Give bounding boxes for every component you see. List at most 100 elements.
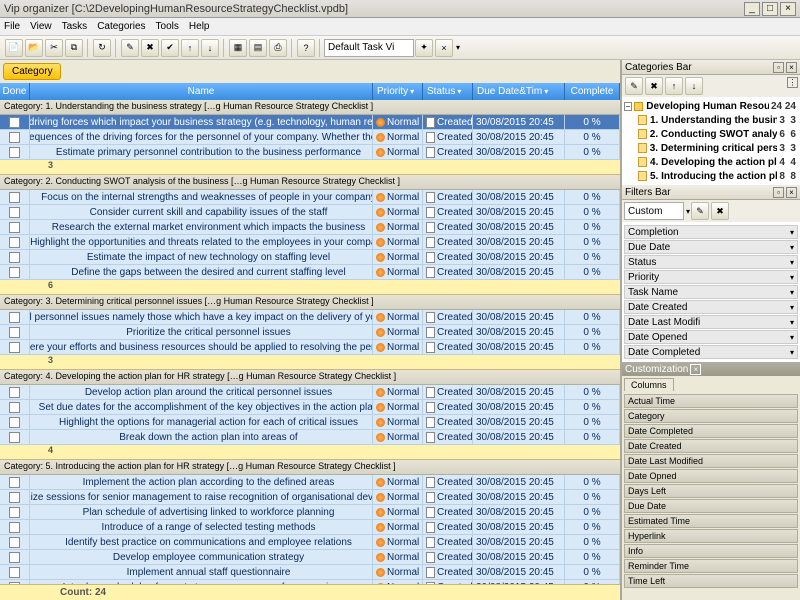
tool-refresh-icon[interactable]: ↻ — [93, 39, 111, 57]
filter-pin-icon[interactable]: ▫ — [773, 187, 784, 198]
task-row[interactable]: Introduce of a range of selected testing… — [0, 520, 620, 535]
task-checkbox[interactable] — [0, 490, 30, 504]
col-datetime[interactable]: Due Date&Tim▾ — [473, 83, 565, 100]
task-checkbox[interactable] — [0, 520, 30, 534]
task-row[interactable]: Implement the action plan according to t… — [0, 475, 620, 490]
task-row[interactable]: Implement annual staff questionnaireNorm… — [0, 565, 620, 580]
task-row[interactable]: Develop employee communication strategyN… — [0, 550, 620, 565]
close-button[interactable]: × — [780, 2, 796, 16]
tool-copy-icon[interactable]: ⧉ — [65, 39, 83, 57]
menu-view[interactable]: View — [30, 21, 52, 32]
cat-tool-2-icon[interactable]: ✖ — [645, 77, 663, 95]
cat-menu-icon[interactable]: ⋮ — [787, 77, 798, 88]
task-row[interactable]: Highlight the options for managerial act… — [0, 415, 620, 430]
task-checkbox[interactable] — [0, 565, 30, 579]
chevron-down-icon[interactable]: ▾ — [790, 258, 794, 267]
task-checkbox[interactable] — [0, 505, 30, 519]
task-row[interactable]: Set due dates for the accomplishment of … — [0, 400, 620, 415]
task-row[interactable]: Highlight the key driving forces which i… — [0, 115, 620, 130]
customization-row[interactable]: Date Last Modified — [624, 454, 798, 468]
panel-close-icon[interactable]: × — [786, 62, 797, 73]
panel-pin-icon[interactable]: ▫ — [773, 62, 784, 73]
tree-item[interactable]: 2. Conducting SWOT analysis o6 6 — [624, 127, 798, 141]
maximize-button[interactable]: □ — [762, 2, 778, 16]
chevron-down-icon[interactable]: ▾ — [790, 243, 794, 252]
task-checkbox[interactable] — [0, 550, 30, 564]
task-row[interactable]: Prioritize the critical personnel issues… — [0, 325, 620, 340]
customization-row[interactable]: Date Completed — [624, 424, 798, 438]
customization-row[interactable]: Days Left — [624, 484, 798, 498]
tool-x-icon[interactable]: × — [435, 39, 453, 57]
tool-cut-icon[interactable]: ✂ — [45, 39, 63, 57]
menu-categories[interactable]: Categories — [97, 21, 145, 32]
task-checkbox[interactable] — [0, 220, 30, 234]
task-row[interactable]: Define consequences of the driving force… — [0, 130, 620, 145]
task-checkbox[interactable] — [0, 535, 30, 549]
chevron-down-icon[interactable]: ▾ — [790, 273, 794, 282]
task-checkbox[interactable] — [0, 115, 30, 129]
tree-item[interactable]: 3. Determining critical personne3 3 — [624, 141, 798, 155]
menu-tools[interactable]: Tools — [156, 21, 179, 32]
minimize-button[interactable]: _ — [744, 2, 760, 16]
tree-item[interactable]: 1. Understanding the business3 3 — [624, 113, 798, 127]
category-row[interactable]: Category: 4. Developing the action plan … — [0, 370, 620, 385]
col-done[interactable]: Done — [0, 83, 30, 100]
task-checkbox[interactable] — [0, 145, 30, 159]
category-row[interactable]: Category: 5. Introducing the action plan… — [0, 460, 620, 475]
task-checkbox[interactable] — [0, 190, 30, 204]
task-checkbox[interactable] — [0, 235, 30, 249]
chevron-down-icon[interactable]: ▾ — [790, 303, 794, 312]
task-checkbox[interactable] — [0, 340, 30, 354]
tool-up-icon[interactable]: ↑ — [181, 39, 199, 57]
col-name[interactable]: Name — [30, 83, 373, 100]
tool-open-icon[interactable]: 📂 — [25, 39, 43, 57]
customization-row[interactable]: Reminder Time — [624, 559, 798, 573]
filter-tool-1-icon[interactable]: ✎ — [691, 202, 709, 220]
task-checkbox[interactable] — [0, 265, 30, 279]
category-row[interactable]: Category: 3. Determining critical person… — [0, 295, 620, 310]
chevron-down-icon[interactable]: ▾ — [790, 288, 794, 297]
chevron-down-icon[interactable]: ▾ — [790, 348, 794, 357]
cat-tool-1-icon[interactable]: ✎ — [625, 77, 643, 95]
filter-tool-2-icon[interactable]: ✖ — [711, 202, 729, 220]
task-row[interactable]: Develop action plan around the critical … — [0, 385, 620, 400]
customization-row[interactable]: Actual Time — [624, 394, 798, 408]
task-row[interactable]: Identify where your efforts and business… — [0, 340, 620, 355]
filter-dd-icon[interactable]: ▾ — [686, 207, 690, 216]
chevron-down-icon[interactable]: ▾ — [790, 318, 794, 327]
task-row[interactable]: Define the gaps between the desired and … — [0, 265, 620, 280]
toolbar-dropdown-icon[interactable]: ▾ — [456, 43, 460, 52]
tool-print-icon[interactable]: ⎙ — [269, 39, 287, 57]
cat-tool-3-icon[interactable]: ↑ — [665, 77, 683, 95]
task-row[interactable]: Focus on the internal strengths and weak… — [0, 190, 620, 205]
tool-down-icon[interactable]: ↓ — [201, 39, 219, 57]
tree-item[interactable]: 4. Developing the action plan f4 4 — [624, 155, 798, 169]
tool-help-icon[interactable]: ? — [297, 39, 315, 57]
chevron-down-icon[interactable]: ▾ — [790, 228, 794, 237]
collapse-icon[interactable]: − — [624, 102, 632, 111]
customization-tab-columns[interactable]: Columns — [624, 378, 674, 391]
filter-row[interactable]: Date Created▾ — [624, 300, 798, 314]
task-checkbox[interactable] — [0, 415, 30, 429]
task-checkbox[interactable] — [0, 475, 30, 489]
filter-close-icon[interactable]: × — [786, 187, 797, 198]
task-checkbox[interactable] — [0, 400, 30, 414]
tool-delete-icon[interactable]: ✖ — [141, 39, 159, 57]
task-checkbox[interactable] — [0, 250, 30, 264]
task-row[interactable]: Organize sessions for senior management … — [0, 490, 620, 505]
tool-edit-icon[interactable]: ✎ — [121, 39, 139, 57]
tree-item[interactable]: 5. Introducing the action plan f8 8 — [624, 169, 798, 183]
tool-grid-icon[interactable]: ▦ — [229, 39, 247, 57]
filter-row[interactable]: Priority▾ — [624, 270, 798, 284]
task-checkbox[interactable] — [0, 310, 30, 324]
col-status[interactable]: Status▾ — [423, 83, 473, 100]
task-row[interactable]: Estimate the impact of new technology on… — [0, 250, 620, 265]
menu-tasks[interactable]: Tasks — [62, 21, 88, 32]
filter-custom-input[interactable] — [624, 202, 684, 220]
tool-wand-icon[interactable]: ✦ — [415, 39, 433, 57]
customization-row[interactable]: Date Created — [624, 439, 798, 453]
task-checkbox[interactable] — [0, 430, 30, 444]
filter-row[interactable]: Date Last Modifi▾ — [624, 315, 798, 329]
cust-close-icon[interactable]: × — [690, 364, 701, 375]
filter-row[interactable]: Status▾ — [624, 255, 798, 269]
